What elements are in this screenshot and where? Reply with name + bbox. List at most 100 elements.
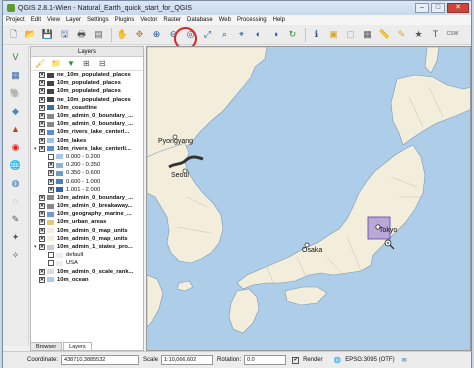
legend-class-item[interactable]: USA <box>34 259 143 267</box>
add-postgis-layer-icon[interactable]: 🐘 <box>8 86 23 101</box>
crs-status[interactable]: EPSG:3095 (OTF) <box>345 357 394 363</box>
legend-class-item[interactable]: default <box>34 251 143 259</box>
menu-database[interactable]: Database <box>187 17 213 23</box>
layer-visibility-checkbox[interactable]: ✕ <box>39 104 45 111</box>
layer-visibility-checkbox[interactable]: ✕ <box>39 145 45 152</box>
add-wms-layer-icon[interactable]: 🌐 <box>8 158 23 173</box>
layer-item[interactable]: ✕ 10m_coastline <box>34 104 143 112</box>
rotation-field[interactable]: 0.0 <box>244 355 287 365</box>
save-project-icon[interactable]: 💾 <box>40 27 55 42</box>
field-calculator-icon[interactable]: ▦ <box>360 27 375 42</box>
layer-visibility-checkbox[interactable] <box>48 252 54 259</box>
layer-visibility-checkbox[interactable]: ✕ <box>39 219 45 226</box>
legend-class-item[interactable]: ✕ 0.200 - 0.350 <box>34 161 143 169</box>
add-vector-layer-icon[interactable]: V <box>8 50 23 65</box>
layer-visibility-checkbox[interactable]: ✕ <box>39 113 45 120</box>
pan-to-selection-icon[interactable]: ✥ <box>132 27 147 42</box>
collapse-all-icon[interactable]: ⊟ <box>99 59 111 68</box>
menu-settings[interactable]: Settings <box>87 17 109 23</box>
add-group-icon[interactable]: 📁 <box>51 59 63 68</box>
new-project-icon[interactable]: 🗋 <box>6 27 21 42</box>
layer-visibility-checkbox[interactable]: ✕ <box>39 235 45 242</box>
menu-view[interactable]: View <box>47 17 60 23</box>
add-wcs-layer-icon[interactable]: ◍ <box>8 176 23 191</box>
composer-manager-icon[interactable]: ▤ <box>91 27 106 42</box>
layer-item[interactable]: ✕ 10m_populated_places <box>34 79 143 87</box>
zoom-last-icon[interactable]: ◐ <box>251 27 266 42</box>
render-checkbox[interactable]: ✔ <box>292 356 300 364</box>
zoom-out-icon[interactable]: ⊖ <box>166 27 181 42</box>
crs-icon[interactable]: 🌐 <box>334 357 341 364</box>
save-as-icon[interactable]: 🖫 <box>57 27 72 42</box>
layer-item[interactable]: ✕ 10m_rivers_lake_centerl... <box>34 128 143 136</box>
close-button[interactable]: ✕ <box>447 3 469 13</box>
new-temp-layer-icon[interactable]: ✧ <box>8 248 23 263</box>
measure-icon[interactable]: 📏 <box>377 27 392 42</box>
menu-raster[interactable]: Raster <box>163 17 181 23</box>
new-shapefile-icon[interactable]: ✦ <box>8 230 23 245</box>
expand-all-icon[interactable]: ⊞ <box>83 59 95 68</box>
layer-visibility-checkbox[interactable]: ✕ <box>39 96 45 103</box>
menu-project[interactable]: Project <box>6 17 25 23</box>
layer-visibility-checkbox[interactable]: ✕ <box>48 170 54 177</box>
zoom-next-icon[interactable]: ◑ <box>268 27 283 42</box>
add-mssql-layer-icon[interactable]: ▲ <box>8 122 23 137</box>
layer-visibility-checkbox[interactable] <box>48 153 54 160</box>
layer-item[interactable]: ✕ 10m_admin_0_boundary_... <box>34 194 143 202</box>
layer-item[interactable]: ✕ 10m_admin_0_breakaway... <box>34 202 143 210</box>
add-spatialite-layer-icon[interactable]: ◆ <box>8 104 23 119</box>
layer-item[interactable]: ✕ 10m_geography_marine_... <box>34 210 143 218</box>
menu-layer[interactable]: Layer <box>66 17 81 23</box>
maximize-button[interactable]: □ <box>431 3 445 13</box>
layer-item[interactable]: ✕ 10m_admin_0_map_units <box>34 227 143 235</box>
layer-visibility-checkbox[interactable]: ✕ <box>39 72 45 79</box>
layer-item[interactable]: ✕ 10m_admin_0_map_units <box>34 235 143 243</box>
annotation-icon[interactable]: T <box>428 27 443 42</box>
layer-visibility-checkbox[interactable]: ✕ <box>39 244 45 251</box>
layer-visibility-checkbox[interactable]: ✕ <box>39 121 45 128</box>
layer-item[interactable]: ✕ 10m_admin_0_boundary_... <box>34 112 143 120</box>
add-wfs-layer-icon[interactable]: ◌ <box>8 194 23 209</box>
add-oracle-layer-icon[interactable]: ◉ <box>8 140 23 155</box>
layer-visibility-checkbox[interactable]: ✕ <box>48 162 54 169</box>
tab-browser[interactable]: Browser <box>30 342 63 351</box>
layer-item[interactable]: ✕ 10m_lakes <box>34 137 143 145</box>
layer-visibility-checkbox[interactable]: ✕ <box>39 88 45 95</box>
map-canvas[interactable]: Pyongyang Seoul Osaka Tokyo <box>146 46 471 351</box>
layer-item[interactable]: ✕ 10m_ocean <box>34 276 143 284</box>
layer-visibility-checkbox[interactable]: ✕ <box>39 80 45 87</box>
menu-vector[interactable]: Vector <box>140 17 157 23</box>
csw-icon[interactable]: CSW <box>445 27 460 42</box>
legend-class-item[interactable]: ✕ 0.350 - 0.600 <box>34 169 143 177</box>
menu-processing[interactable]: Processing <box>237 17 267 23</box>
layer-visibility-checkbox[interactable]: ✕ <box>39 276 45 283</box>
add-raster-layer-icon[interactable]: ▦ <box>8 68 23 83</box>
layer-item[interactable]: ✕ ne_10m_populated_places <box>34 71 143 79</box>
layer-visibility-checkbox[interactable]: ✕ <box>48 186 54 193</box>
legend-class-item[interactable]: ✕ 0.600 - 1.000 <box>34 177 143 185</box>
layer-item[interactable]: ✕ 10m_admin_0_boundary_... <box>34 120 143 128</box>
legend-class-item[interactable]: ✕ 1.001 - 2.000 <box>34 186 143 194</box>
menu-help[interactable]: Help <box>273 17 285 23</box>
open-project-icon[interactable]: 📂 <box>23 27 38 42</box>
legend-class-item[interactable]: 0.000 - 0.200 <box>34 153 143 161</box>
select-features-icon[interactable]: ▣ <box>326 27 341 42</box>
add-delimited-text-icon[interactable]: ✎ <box>8 212 23 227</box>
layer-item[interactable]: ✕ 10m_urban_areas <box>34 218 143 226</box>
print-composer-icon[interactable]: 🖶 <box>74 27 89 42</box>
layer-item[interactable]: ▾ ✕ 10m_admin_1_states_pro... <box>34 243 143 251</box>
layer-item[interactable]: ✕ 10m_populated_places <box>34 87 143 95</box>
scale-field[interactable]: 1:10,066,602 <box>161 355 214 365</box>
open-layer-styling-icon[interactable]: 🖌 <box>35 59 47 68</box>
bookmark-icon[interactable]: ★ <box>411 27 426 42</box>
map-tips-icon[interactable]: ✎ <box>394 27 409 42</box>
log-messages-icon[interactable]: ✉ <box>402 357 407 364</box>
layer-visibility-checkbox[interactable]: ✕ <box>39 137 45 144</box>
zoom-full-icon[interactable]: ⤢ <box>200 27 215 42</box>
layer-visibility-checkbox[interactable]: ✕ <box>39 129 45 136</box>
coordinate-field[interactable]: 438710,3885532 <box>61 355 140 365</box>
layer-visibility-checkbox[interactable]: ✕ <box>39 211 45 218</box>
layer-visibility-checkbox[interactable]: ✕ <box>48 178 54 185</box>
deselect-icon[interactable]: ▢ <box>343 27 358 42</box>
zoom-in-icon[interactable]: ⊕ <box>149 27 164 42</box>
